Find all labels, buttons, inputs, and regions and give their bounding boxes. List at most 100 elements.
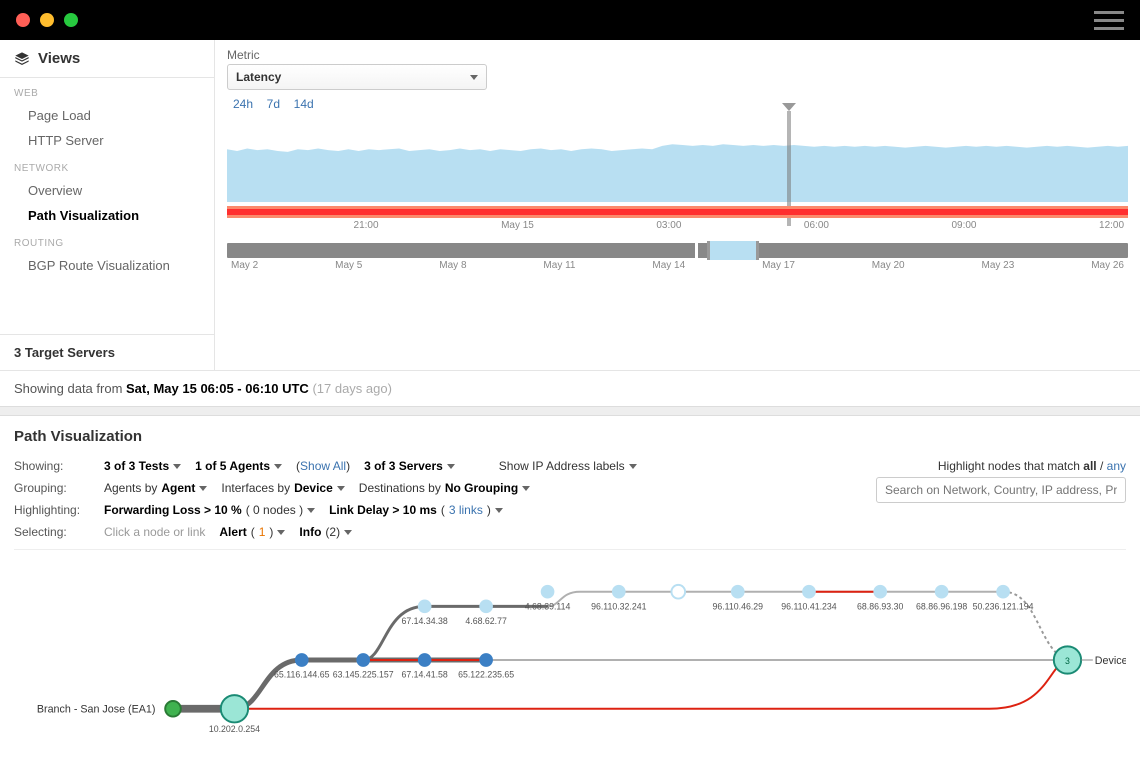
chevron-down-icon <box>522 486 530 491</box>
show-all-link[interactable]: Show All <box>300 459 346 473</box>
path-diagram[interactable]: Branch - San Jose (EA1) 10.202.0.254 65.… <box>14 550 1126 770</box>
tick: May 8 <box>439 260 466 271</box>
close-window-icon[interactable] <box>16 13 30 27</box>
chevron-down-icon <box>447 464 455 469</box>
window-controls <box>16 13 78 27</box>
hop-node[interactable] <box>873 585 887 599</box>
device-node[interactable] <box>221 695 248 722</box>
hop-node[interactable] <box>418 600 432 614</box>
info-dropdown[interactable]: Info (2) <box>299 525 352 539</box>
hop-node[interactable] <box>996 585 1010 599</box>
layers-icon <box>14 51 30 67</box>
hop-node[interactable] <box>802 585 816 599</box>
hop-node[interactable] <box>295 653 309 667</box>
overview-scrollbar[interactable] <box>227 243 1128 258</box>
link-delay-links[interactable]: 3 links <box>449 503 483 517</box>
fwd-loss-dropdown[interactable]: Forwarding Loss > 10 % ( 0 nodes ) <box>104 503 315 517</box>
alert-dropdown[interactable]: Alert (1) <box>219 525 285 539</box>
hop-node[interactable] <box>479 653 493 667</box>
tick: 12:00 <box>1099 220 1124 231</box>
highlight-match-label: Highlight nodes that match all / any <box>876 459 1126 473</box>
sidebar: Views WEB Page Load HTTP Server NETWORK … <box>0 40 215 370</box>
menu-icon[interactable] <box>1094 11 1124 30</box>
agents-dropdown[interactable]: 1 of 5 Agents <box>195 459 282 473</box>
showing-range: Sat, May 15 06:05 - 06:10 UTC <box>126 381 309 396</box>
destinations-by-dropdown[interactable]: Destinations by No Grouping <box>359 481 530 495</box>
showing-ago: (17 days ago) <box>309 381 392 396</box>
chevron-down-icon <box>277 530 285 535</box>
metric-label: Metric <box>227 48 1128 62</box>
chevron-down-icon <box>495 508 503 513</box>
chevron-down-icon <box>173 464 181 469</box>
path-visualization-title: Path Visualization <box>14 428 1126 445</box>
latency-timeline-chart[interactable]: 21:00 May 15 03:00 06:00 09:00 12:00 May… <box>227 117 1128 273</box>
tick: May 11 <box>543 260 575 271</box>
range-7d[interactable]: 7d <box>267 97 280 111</box>
dest-count: 3 <box>1065 656 1070 666</box>
chevron-down-icon <box>307 508 315 513</box>
node-ip: 4.68.39.114 <box>525 601 571 611</box>
match-any-link[interactable]: any <box>1107 459 1126 473</box>
range-24h[interactable]: 24h <box>233 97 253 111</box>
highlight-search-input[interactable] <box>876 477 1126 503</box>
showing-prefix: Showing data from <box>14 381 126 396</box>
hop-node-unknown[interactable] <box>671 585 685 599</box>
nav-item-bgp-route[interactable]: BGP Route Visualization <box>0 253 214 278</box>
metric-value: Latency <box>236 70 281 84</box>
sidebar-footer[interactable]: 3 Target Servers <box>0 334 214 370</box>
main-panel: Metric Latency 24h 7d 14d 21:00 May 15 <box>215 40 1140 370</box>
node-ip: 68.86.96.198 <box>916 601 967 611</box>
hop-node[interactable] <box>479 600 493 614</box>
ip-labels-dropdown[interactable]: Show IP Address labels <box>499 459 637 473</box>
tick: May 2 <box>231 260 258 271</box>
views-title: Views <box>38 50 80 67</box>
hop-node[interactable] <box>935 585 949 599</box>
tick: May 20 <box>872 260 905 271</box>
source-label: Branch - San Jose (EA1) <box>37 704 156 716</box>
section-separator <box>0 406 1140 416</box>
node-ip: 68.86.93.30 <box>857 601 903 611</box>
node-ip: 67.14.41.58 <box>402 670 448 680</box>
agents-by-dropdown[interactable]: Agents by Agent <box>104 481 207 495</box>
hop-node[interactable] <box>418 653 432 667</box>
tick: 06:00 <box>804 220 829 231</box>
range-14d[interactable]: 14d <box>294 97 314 111</box>
tick: May 15 <box>501 220 534 231</box>
nav-item-overview[interactable]: Overview <box>0 178 214 203</box>
servers-dropdown[interactable]: 3 of 3 Servers <box>364 459 455 473</box>
node-ip: 96.110.46.29 <box>713 601 764 611</box>
node-ip: 50.236.121.194 <box>973 601 1034 611</box>
overview-window[interactable] <box>707 241 759 260</box>
tick: 21:00 <box>354 220 379 231</box>
hop-node[interactable] <box>731 585 745 599</box>
nav-item-path-visualization[interactable]: Path Visualization <box>0 203 214 228</box>
selecting-label: Selecting: <box>14 525 96 539</box>
chevron-down-icon <box>274 464 282 469</box>
time-range-links: 24h 7d 14d <box>227 96 1128 111</box>
node-ip: 63.145.225.157 <box>333 670 394 680</box>
tick: May 23 <box>982 260 1015 271</box>
hop-node[interactable] <box>612 585 626 599</box>
dest-label: Device <box>1095 655 1126 667</box>
interfaces-by-dropdown[interactable]: Interfaces by Device <box>221 481 344 495</box>
nav-item-http-server[interactable]: HTTP Server <box>0 128 214 153</box>
highlighting-label: Highlighting: <box>14 503 96 517</box>
hop-node[interactable] <box>541 585 555 599</box>
node-ip: 96.110.32.241 <box>591 601 647 611</box>
alert-band <box>227 206 1128 218</box>
grouping-label: Grouping: <box>14 481 96 495</box>
showing-label: Showing: <box>14 459 96 473</box>
agent-node[interactable] <box>165 701 181 717</box>
zoom-window-icon[interactable] <box>64 13 78 27</box>
views-header: Views <box>0 40 214 78</box>
tick: 03:00 <box>656 220 681 231</box>
link-delay-dropdown[interactable]: Link Delay > 10 ms ( 3 links ) <box>329 503 503 517</box>
tests-dropdown[interactable]: 3 of 3 Tests <box>104 459 181 473</box>
metric-select[interactable]: Latency <box>227 64 487 90</box>
hop-node[interactable] <box>356 653 370 667</box>
nav-section-routing: ROUTING <box>0 228 214 253</box>
nav-item-page-load[interactable]: Page Load <box>0 103 214 128</box>
tick: 09:00 <box>951 220 976 231</box>
minimize-window-icon[interactable] <box>40 13 54 27</box>
nav-section-web: WEB <box>0 78 214 103</box>
